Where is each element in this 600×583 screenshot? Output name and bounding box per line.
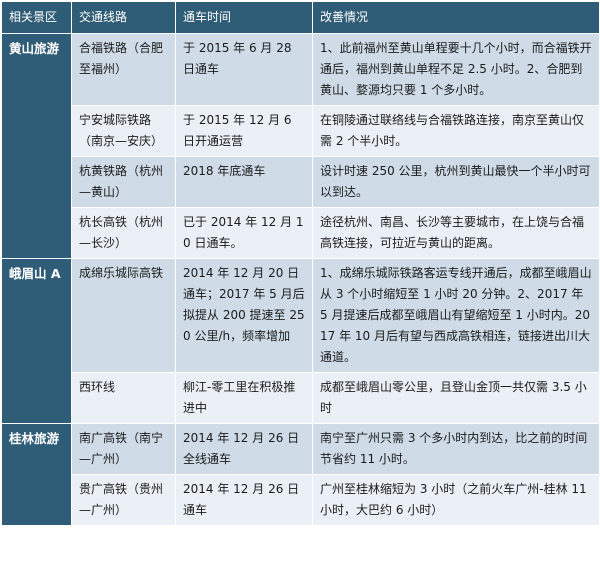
date-cell: 于 2015 年 12 月 6 日开通运营: [175, 105, 313, 157]
route-cell: 杭长高铁（杭州—长沙）: [71, 207, 176, 259]
route-cell: 贵广高铁（贵州—广州）: [71, 474, 176, 526]
date-cell: 已于 2014 年 12 月 10 日通车。: [175, 207, 313, 259]
date-cell: 2014 年 12 月 20 日通车；2017 年 5 月后拟提从 200 提速…: [175, 258, 313, 373]
date-cell: 2014 年 12 月 26 日全线通车: [175, 423, 313, 475]
table-row: 杭黄铁路（杭州—黄山） 2018 年底通车 设计时速 250 公里，杭州到黄山最…: [2, 156, 600, 208]
improvement-cell: 途径杭州、南昌、长沙等主要城市，在上饶与合福高铁连接，可拉近与黄山的距离。: [312, 207, 600, 259]
header-open-date: 通车时间: [175, 1, 313, 34]
route-cell: 合福铁路（合肥至福州）: [71, 33, 176, 106]
improvement-cell: 南宁至广州只需 3 个多小时内到达，比之前的时间节省约 11 小时。: [312, 423, 600, 475]
table-row: 桂林旅游 南广高铁（南宁—广州） 2014 年 12 月 26 日全线通车 南宁…: [1, 423, 600, 526]
improvement-cell: 在铜陵通过联络线与合福铁路连接，南京至黄山仅需 2 个半小时。: [312, 105, 600, 157]
table-row: 宁安城际铁路（南京—安庆） 于 2015 年 12 月 6 日开通运营 在铜陵通…: [2, 105, 600, 157]
date-cell: 柳江-零工里在积极推进中: [175, 372, 313, 424]
date-cell: 于 2015 年 6 月 28 日通车: [175, 33, 313, 106]
improvement-cell: 设计时速 250 公里，杭州到黄山最快一个半小时可以到达。: [312, 156, 600, 208]
improvement-cell: 成都至峨眉山零公里，且登山金顶一共仅需 3.5 小时: [312, 372, 600, 424]
header-scenic-area: 相关景区: [1, 1, 72, 34]
route-cell: 宁安城际铁路（南京—安庆）: [71, 105, 176, 157]
improvement-cell: 1、成绵乐城际铁路客运专线开通后，成都至峨眉山从 3 个小时缩短至 1 小时 2…: [312, 258, 600, 373]
table-row: 峨眉山 A 成绵乐城际高铁 2014 年 12 月 20 日通车；2017 年 …: [1, 258, 600, 424]
region-cell-guilin: 桂林旅游: [1, 423, 72, 526]
route-cell: 杭黄铁路（杭州—黄山）: [71, 156, 176, 208]
date-cell: 2014 年 12 月 26 日通车: [175, 474, 313, 526]
table-row: 黄山旅游 合福铁路（合肥至福州） 于 2015 年 6 月 28 日通车 1、此…: [1, 33, 600, 259]
route-cell: 南广高铁（南宁—广州）: [71, 423, 176, 475]
improvement-cell: 1、此前福州至黄山单程要十几个小时，而合福铁开通后，福州到黄山单程不足 2.5 …: [312, 33, 600, 106]
route-cell: 成绵乐城际高铁: [71, 258, 176, 373]
header-improvement: 改善情况: [312, 1, 600, 34]
date-cell: 2018 年底通车: [175, 156, 313, 208]
header-route: 交通线路: [71, 1, 176, 34]
header-row: 相关景区 交通线路 通车时间 改善情况: [1, 1, 600, 34]
region-cell-huangshan: 黄山旅游: [1, 33, 72, 259]
route-cell: 西环线: [71, 372, 176, 424]
region-cell-emeishan: 峨眉山 A: [1, 258, 72, 424]
transport-table: 相关景区 交通线路 通车时间 改善情况 黄山旅游 合福铁路（合肥至福州） 于 2…: [1, 1, 600, 526]
table-row: 杭长高铁（杭州—长沙） 已于 2014 年 12 月 10 日通车。 途径杭州、…: [2, 207, 600, 259]
table-row: 西环线 柳江-零工里在积极推进中 成都至峨眉山零公里，且登山金顶一共仅需 3.5…: [2, 372, 600, 424]
improvement-cell: 广州至桂林缩短为 3 小时（之前火车广州-桂林 11 小时，大巴约 6 小时）: [312, 474, 600, 526]
table-row: 贵广高铁（贵州—广州） 2014 年 12 月 26 日通车 广州至桂林缩短为 …: [2, 474, 600, 526]
